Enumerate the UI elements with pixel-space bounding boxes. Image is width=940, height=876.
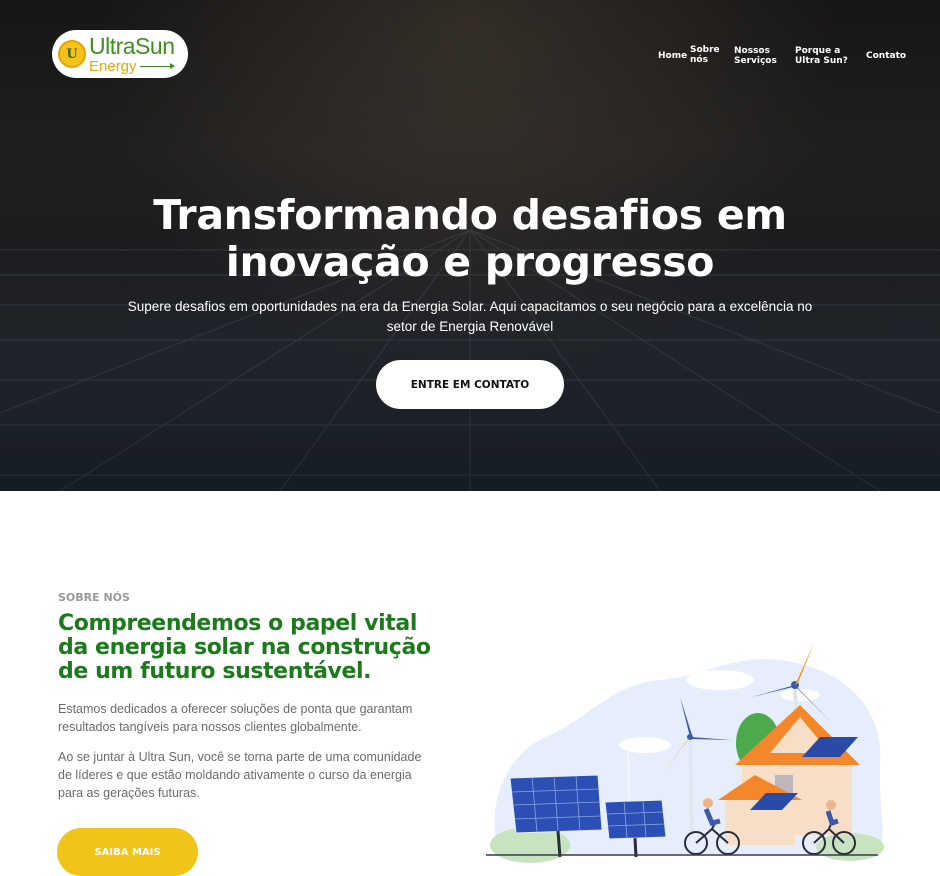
about-p1-line2: resultados tangíveis para nossos cliente… bbox=[58, 720, 362, 734]
hero-title: Transformando desafios em inovação e pro… bbox=[0, 192, 940, 286]
nav-servicos-line2: Serviços bbox=[734, 56, 777, 66]
about-title-line1: Compreendemos o papel vital bbox=[58, 611, 417, 636]
main-nav: Home Sobre nós Nossos Serviços Porque a … bbox=[0, 44, 940, 70]
hero-subtitle-line2: setor de Energia Renovável bbox=[386, 319, 554, 334]
about-title-line3: de um futuro sustentável. bbox=[58, 659, 372, 684]
nav-servicos-line1: Nossos bbox=[734, 46, 770, 56]
about-p2-line3: para as gerações futuras. bbox=[58, 786, 200, 800]
renewable-energy-illustration bbox=[486, 643, 884, 863]
nav-sobre-line2: nós bbox=[690, 55, 708, 65]
nav-porque-line2: Ultra Sun? bbox=[795, 56, 848, 66]
about-title: Compreendemos o papel vital da energia s… bbox=[58, 612, 458, 684]
about-paragraph-1: Estamos dedicados a oferecer soluções de… bbox=[58, 700, 458, 736]
about-p2-line1: Ao se juntar à Ultra Sun, você se torna … bbox=[58, 750, 422, 764]
nav-porque-line1: Porque a bbox=[795, 46, 841, 56]
hero-section: U UltraSun Energy Home Sobre nós Nossos … bbox=[0, 0, 940, 491]
about-p2-line2: de líderes e que estão moldando ativamen… bbox=[58, 768, 412, 782]
nav-porque[interactable]: Porque a Ultra Sun? bbox=[795, 46, 848, 66]
about-kicker: SOBRE NÓS bbox=[58, 591, 130, 604]
about-title-line2: da energia solar na construção bbox=[58, 635, 431, 660]
nav-home[interactable]: Home bbox=[658, 51, 687, 61]
contact-button[interactable]: ENTRE EM CONTATO bbox=[376, 360, 564, 409]
nav-sobre-line1: Sobre bbox=[690, 45, 720, 55]
nav-servicos[interactable]: Nossos Serviços bbox=[734, 46, 777, 66]
nav-sobre[interactable]: Sobre nós bbox=[690, 45, 720, 65]
hero-title-line2: inovação e progresso bbox=[225, 238, 715, 286]
hero-subtitle-line1: Supere desafios em oportunidades na era … bbox=[127, 299, 813, 314]
hero-subtitle: Supere desafios em oportunidades na era … bbox=[120, 297, 820, 337]
about-p1-line1: Estamos dedicados a oferecer soluções de… bbox=[58, 702, 413, 716]
learn-more-button[interactable]: SAIBA MAIS bbox=[57, 828, 198, 876]
hero-title-line1: Transformando desafios em bbox=[153, 191, 787, 239]
about-paragraph-2: Ao se juntar à Ultra Sun, você se torna … bbox=[58, 748, 458, 802]
nav-contato[interactable]: Contato bbox=[866, 51, 906, 61]
